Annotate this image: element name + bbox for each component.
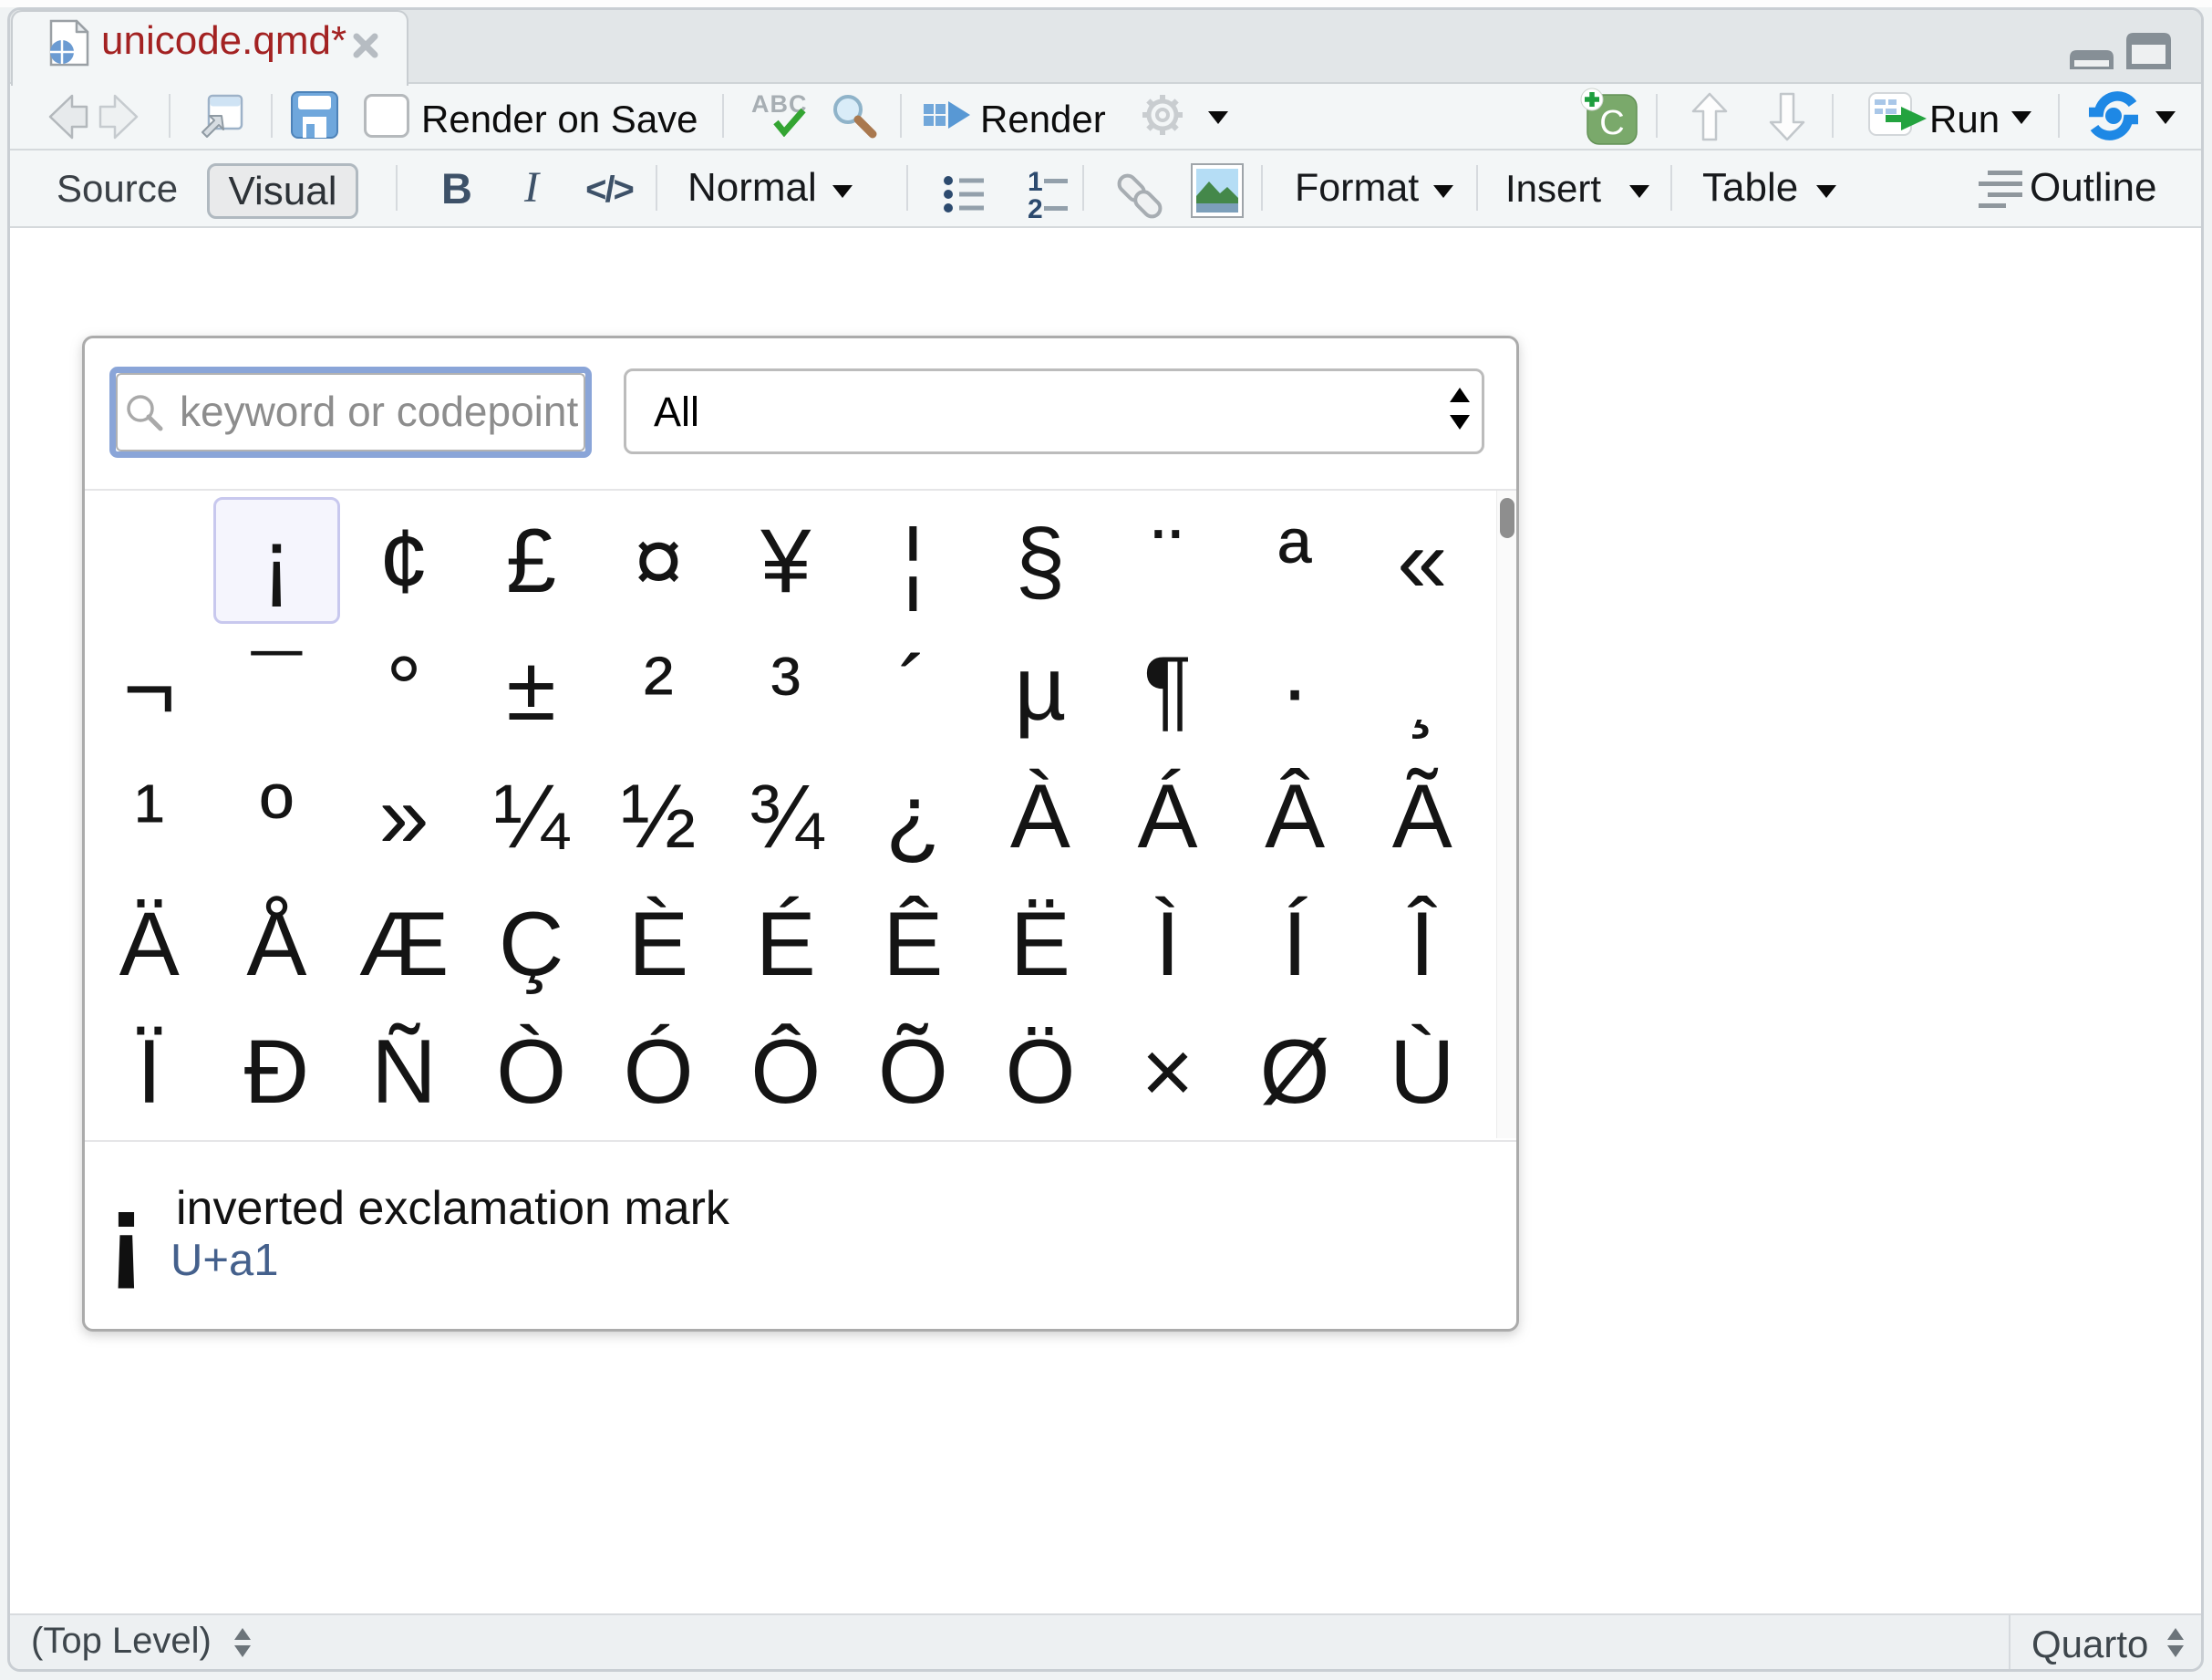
svg-text:2: 2 <box>1028 194 1043 220</box>
svg-text:1: 1 <box>1028 169 1043 197</box>
svg-text:C: C <box>1599 104 1624 142</box>
